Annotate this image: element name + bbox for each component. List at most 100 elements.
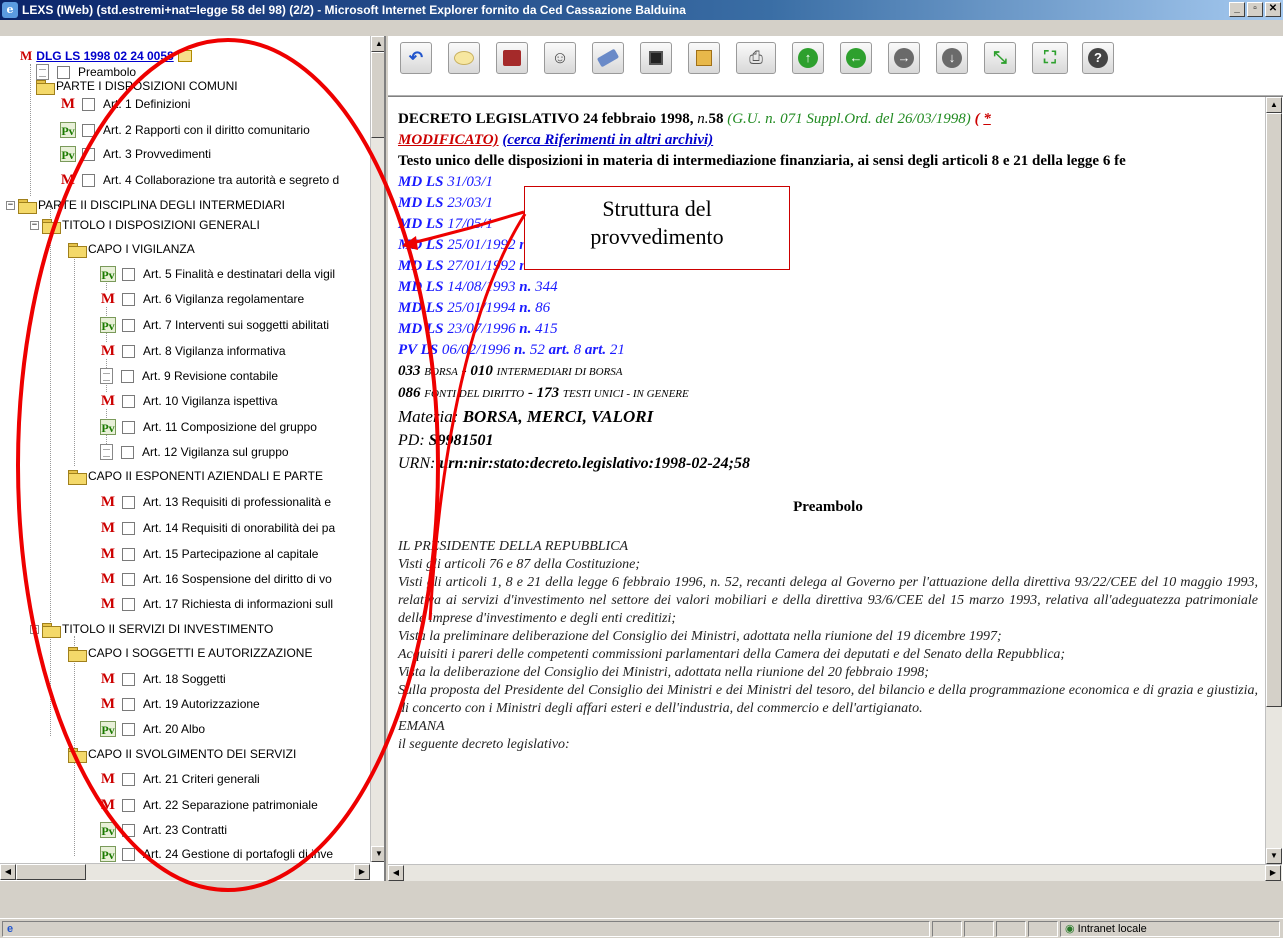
tree-item-label[interactable]: Art. 2 Rapporti con il diritto comunitar… [103, 123, 310, 137]
tree-item-label[interactable]: CAPO II ESPONENTI AZIENDALI E PARTE [88, 469, 323, 483]
tree-item-label[interactable]: Art. 14 Requisiti di onorabilità dei pa [143, 521, 335, 535]
help-button[interactable]: ? [1082, 42, 1114, 74]
cerca-riferimenti-link[interactable]: (cerca Riferimenti in altri archivi) [502, 132, 713, 148]
modified-link[interactable]: MODIFICATO) [398, 132, 499, 148]
undo-button[interactable]: ↶ [400, 42, 432, 74]
users-button[interactable]: ☺ [544, 42, 576, 74]
tree-item[interactable]: M Art. 1 Definizioni [60, 94, 190, 114]
select-checkbox[interactable] [122, 420, 135, 434]
tree-item[interactable]: M Art. 15 Partecipazione al capitale [100, 544, 318, 564]
tree-item-label[interactable]: PARTE I DISPOSIZIONI COMUNI [56, 79, 238, 93]
tree-item[interactable]: Pv Art. 23 Contratti [100, 820, 227, 840]
content-scroll-left-button[interactable]: ◀ [388, 865, 404, 881]
select-checkbox[interactable] [122, 772, 135, 786]
tree-item[interactable]: M Art. 10 Vigilanza ispettiva [100, 391, 278, 411]
tree-horizontal-scrollbar[interactable]: ◀ ▶ [0, 863, 370, 880]
scroll-right-button[interactable]: ▶ [354, 864, 370, 880]
select-checkbox[interactable] [122, 394, 135, 408]
tree-item-label[interactable]: Art. 23 Contratti [143, 823, 227, 837]
minimize-button[interactable]: _ [1229, 2, 1245, 17]
tree-item-label[interactable]: Art. 8 Vigilanza informativa [143, 344, 286, 358]
tree-item[interactable]: M Art. 6 Vigilanza regolamentare [100, 289, 304, 309]
forward-button[interactable]: → [888, 42, 920, 74]
select-checkbox[interactable] [122, 697, 135, 711]
tree-item[interactable]: Pv Art. 7 Interventi sui soggetti abilita… [100, 315, 329, 335]
tree-item[interactable]: Art. 9 Revisione contabile [100, 366, 278, 386]
collapse-button[interactable]: ⤡ [984, 42, 1016, 74]
up-button[interactable]: ↑ [792, 42, 824, 74]
content-horizontal-scrollbar[interactable]: ◀ ▶ [388, 864, 1282, 881]
tree-item[interactable]: M Art. 4 Collaborazione tra autorità e se… [60, 170, 339, 190]
highlight-button[interactable] [448, 42, 480, 74]
tree-item[interactable]: M Art. 18 Soggetti [100, 669, 226, 689]
select-checkbox[interactable] [122, 267, 135, 281]
select-checkbox[interactable] [82, 97, 95, 111]
tree-item-label[interactable]: TITOLO I DISPOSIZIONI GENERALI [62, 218, 260, 232]
select-checkbox[interactable] [122, 672, 135, 686]
save-button[interactable] [640, 42, 672, 74]
tree-item-label[interactable]: Art. 24 Gestione di portafogli di inve [143, 847, 333, 861]
window-title-bar[interactable]: e LEXS (IWeb) (std.estremi+nat=legge 58 … [0, 0, 1283, 20]
select-checkbox[interactable] [122, 318, 135, 332]
tree-item[interactable]: M Art. 22 Separazione patrimoniale [100, 795, 318, 815]
select-checkbox[interactable] [122, 495, 135, 509]
content-vertical-scrollbar[interactable]: ▲ ▼ [1265, 97, 1282, 864]
expand-collapse-toggle[interactable]: − [30, 624, 39, 634]
tree-folder[interactable]: − TITOLO I DISPOSIZIONI GENERALI [30, 215, 260, 235]
scroll-thumb[interactable] [371, 52, 384, 138]
tree-item[interactable]: M Art. 14 Requisiti di onorabilità dei pa [100, 518, 335, 538]
print-button[interactable]: ⎙ [736, 42, 776, 74]
maximize-button[interactable]: ▫ [1247, 2, 1263, 17]
select-checkbox[interactable] [122, 521, 135, 535]
tree-item-label[interactable]: Art. 16 Sospensione del diritto di vo [143, 572, 332, 586]
tree-item-label[interactable]: Art. 3 Provvedimenti [103, 147, 211, 161]
down-button[interactable]: ↓ [936, 42, 968, 74]
tree-item-label[interactable]: Art. 13 Requisiti di professionalità e [143, 495, 331, 509]
tree-item-label[interactable]: Art. 17 Richiesta di informazioni sull [143, 597, 333, 611]
select-checkbox[interactable] [82, 147, 95, 161]
tree-folder[interactable]: − PARTE II DISCIPLINA DEGLI INTERMEDIARI [6, 195, 285, 215]
tree-item[interactable]: Pv Art. 11 Composizione del gruppo [100, 417, 317, 437]
tree-item-label[interactable]: Art. 4 Collaborazione tra autorità e seg… [103, 173, 339, 187]
select-checkbox[interactable] [122, 847, 135, 861]
tree-item-label[interactable]: CAPO II SVOLGIMENTO DEI SERVIZI [88, 747, 296, 761]
eraser-button[interactable] [592, 42, 624, 74]
select-checkbox[interactable] [122, 292, 135, 306]
tree-item-label[interactable]: Art. 9 Revisione contabile [142, 369, 278, 383]
tree-item-label[interactable]: Art. 12 Vigilanza sul gruppo [142, 445, 289, 459]
hscroll-thumb[interactable] [16, 864, 86, 880]
tree-item[interactable]: M Art. 21 Criteri generali [100, 769, 260, 789]
tree-item[interactable]: Pv Art. 5 Finalità e destinatari della vi… [100, 264, 335, 284]
tree-item-label[interactable]: Art. 22 Separazione patrimoniale [143, 798, 318, 812]
content-scroll-right-button[interactable]: ▶ [1265, 865, 1281, 881]
tree-folder[interactable]: CAPO I SOGGETTI E AUTORIZZAZIONE [68, 643, 312, 663]
scroll-down-button[interactable]: ▼ [371, 846, 384, 862]
tree-item[interactable]: Pv Art. 2 Rapporti con il diritto comunit… [60, 120, 310, 140]
md-reference[interactable]: MD LS 25/01/1994 n. 86 [398, 298, 1258, 319]
tree-item-label[interactable]: Art. 20 Albo [143, 722, 205, 736]
tree-folder[interactable]: CAPO II ESPONENTI AZIENDALI E PARTE [68, 466, 323, 486]
tree-item-label[interactable]: Art. 18 Soggetti [143, 672, 226, 686]
content-scroll-up-button[interactable]: ▲ [1266, 97, 1282, 113]
tree-item[interactable]: M Art. 13 Requisiti di professionalità e [100, 492, 331, 512]
tree-item-label[interactable]: Art. 10 Vigilanza ispettiva [143, 394, 278, 408]
briefcase-button[interactable] [496, 42, 528, 74]
tree-item[interactable]: M Art. 8 Vigilanza informativa [100, 341, 286, 361]
tree-item[interactable]: Pv Art. 3 Provvedimenti [60, 144, 211, 164]
tree-item[interactable]: Art. 12 Vigilanza sul gruppo [100, 442, 289, 462]
tree-item-label[interactable]: Art. 15 Partecipazione al capitale [143, 547, 318, 561]
tree-root-link[interactable]: DLG LS 1998 02 24 0058 [36, 49, 173, 63]
tree-item-label[interactable]: CAPO I VIGILANZA [88, 242, 195, 256]
tree-folder[interactable]: PARTE I DISPOSIZIONI COMUNI [36, 76, 238, 96]
tree-item-label[interactable]: Art. 7 Interventi sui soggetti abilitati [143, 318, 329, 332]
tree-vertical-scrollbar[interactable]: ▲ ▼ [370, 36, 384, 862]
select-checkbox[interactable] [122, 547, 135, 561]
md-reference[interactable]: MD LS 23/07/1996 n. 415 [398, 319, 1258, 340]
content-scroll-thumb[interactable] [1266, 113, 1282, 707]
content-scroll-down-button[interactable]: ▼ [1266, 848, 1282, 864]
tree-item-label[interactable]: Art. 1 Definizioni [103, 97, 190, 111]
tree-item-label[interactable]: Art. 21 Criteri generali [143, 772, 260, 786]
tree-item[interactable]: Pv Art. 20 Albo [100, 719, 205, 739]
tree-item[interactable]: Pv Art. 24 Gestione di portafogli di inve [100, 844, 333, 864]
tree-item[interactable]: M Art. 17 Richiesta di informazioni sull [100, 594, 333, 614]
